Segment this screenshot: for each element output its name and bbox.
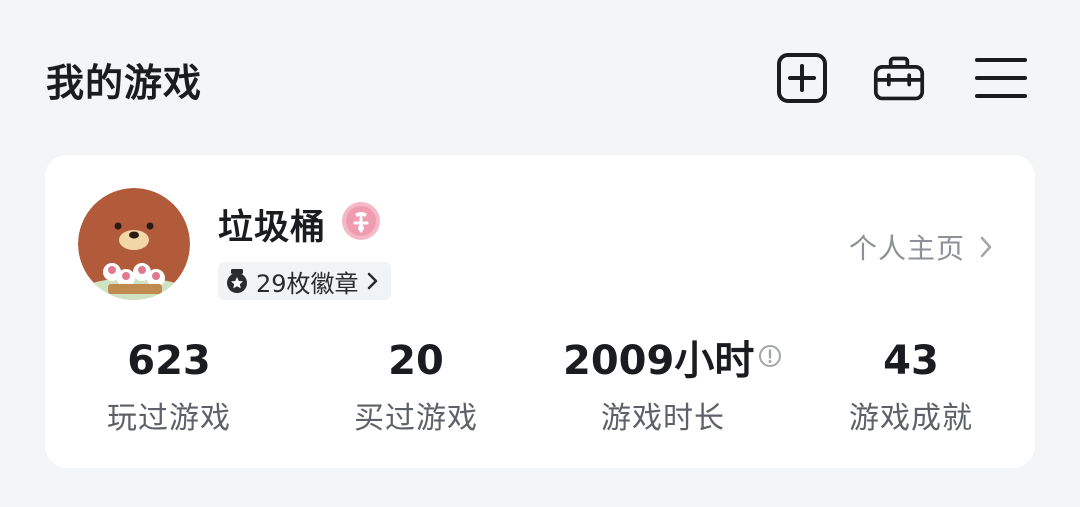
medal-icon [224, 268, 250, 294]
menu-icon[interactable] [975, 52, 1027, 104]
stat-label: 游戏成就 [849, 401, 973, 436]
stat-play-time[interactable]: 2009小时 游戏时长 [563, 335, 782, 437]
page-title: 我的游戏 [46, 61, 203, 105]
badges-count: 29枚徽章 [256, 269, 359, 298]
stat-games-bought[interactable]: 20 买过游戏 [316, 335, 516, 437]
badges-button[interactable]: 29枚徽章 [218, 262, 391, 300]
stat-games-played[interactable]: 623 玩过游戏 [69, 335, 269, 437]
stat-value: 43 [883, 338, 939, 384]
stats-row: 623 玩过游戏 20 买过游戏 2009小时 游戏时长 43 游戏成就 [45, 335, 1035, 437]
homepage-label: 个人主页 [848, 232, 965, 265]
info-icon[interactable] [758, 344, 782, 368]
stat-value: 623 [127, 338, 211, 384]
add-icon[interactable] [776, 52, 828, 104]
stat-label: 买过游戏 [354, 401, 478, 436]
stat-achievements[interactable]: 43 游戏成就 [811, 335, 1011, 437]
chevron-right-icon [977, 233, 995, 261]
stat-value: 20 [388, 338, 444, 384]
avatar[interactable] [78, 188, 190, 300]
stat-label: 游戏时长 [601, 401, 725, 436]
stat-value: 2009小时 [563, 338, 755, 384]
header: 我的游戏 [0, 0, 1080, 150]
chevron-right-icon [365, 270, 381, 292]
stat-label: 玩过游戏 [107, 401, 231, 436]
homepage-link[interactable]: 个人主页 [849, 227, 995, 267]
stat-value-row: 2009小时 [563, 335, 782, 387]
toolbox-icon[interactable] [873, 52, 925, 104]
username: 垃圾桶 [218, 208, 327, 248]
vip-badge-icon[interactable] [341, 201, 381, 241]
profile-card: 垃圾桶 29枚徽章 个人主页 623 玩过游戏 20 买过游戏 2009小时 游… [45, 155, 1035, 468]
